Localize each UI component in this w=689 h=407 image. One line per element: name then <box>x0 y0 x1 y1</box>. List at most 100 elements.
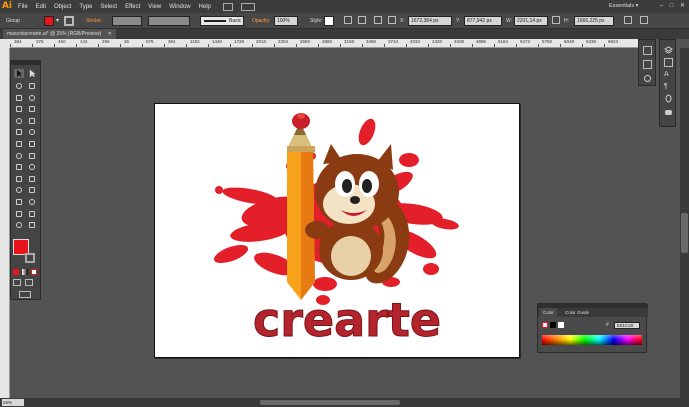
recolor-artwork-icon[interactable] <box>344 16 352 24</box>
minimize-button[interactable]: – <box>657 2 666 11</box>
shape-builder-tool[interactable] <box>14 163 24 172</box>
blob-brush-tool[interactable] <box>14 128 24 137</box>
zoom-field[interactable]: 25% <box>2 399 24 406</box>
type-icon[interactable]: A <box>664 70 673 79</box>
appearance-icon[interactable] <box>664 108 673 117</box>
screen-mode-icon[interactable] <box>19 291 31 298</box>
menu-edit[interactable]: Edit <box>32 4 50 10</box>
ruler-origin[interactable] <box>0 39 10 48</box>
eraser-tool[interactable] <box>27 128 37 137</box>
opacity-label[interactable]: Opacity: <box>252 16 270 26</box>
paragraph-icon[interactable]: ¶ <box>664 82 673 91</box>
panel-menu-icon[interactable] <box>640 16 648 24</box>
gradient-mode-button[interactable] <box>22 269 28 275</box>
align-icon[interactable] <box>358 16 366 24</box>
mascot-artwork[interactable]: crearte <box>155 104 520 358</box>
paintbrush-tool[interactable] <box>14 117 24 126</box>
symbol-sprayer-tool[interactable] <box>14 198 24 207</box>
bridge-icon[interactable] <box>222 2 233 11</box>
tab-color-guide[interactable]: Color Guide <box>562 308 592 317</box>
vertical-scrollbar[interactable] <box>680 48 689 398</box>
magic-wand-tool[interactable] <box>14 82 24 91</box>
rectangle-tool[interactable] <box>27 105 37 114</box>
menu-select[interactable]: Select <box>96 4 121 10</box>
graphic-style-swatch[interactable] <box>324 16 334 26</box>
layers-icon[interactable] <box>643 60 652 69</box>
pencil-tool[interactable] <box>27 117 37 126</box>
stack-icon[interactable] <box>663 46 674 55</box>
y-position-field[interactable]: 877,942 px <box>464 16 502 26</box>
tab-color[interactable]: Color <box>540 308 557 317</box>
vertical-scroll-thumb[interactable] <box>681 213 688 253</box>
width-tool[interactable] <box>14 152 24 161</box>
stroke-color-swatch[interactable] <box>64 16 74 26</box>
color-mode-button[interactable] <box>13 269 19 275</box>
slice-tool[interactable] <box>27 210 37 219</box>
type-tool[interactable] <box>27 94 37 103</box>
menu-view[interactable]: View <box>144 4 165 10</box>
hex-input[interactable]: E81C20 <box>614 322 640 329</box>
horizontal-scroll-thumb[interactable] <box>260 400 400 405</box>
scale-tool[interactable] <box>27 140 37 149</box>
eyedropper-tool[interactable] <box>14 186 24 195</box>
stroke-swatch[interactable] <box>25 253 35 263</box>
brush-definition-select[interactable]: Basic <box>200 16 244 26</box>
column-graph-tool[interactable] <box>27 198 37 207</box>
menu-object[interactable]: Object <box>50 4 75 10</box>
horizontal-ruler[interactable]: 384 376 460 144 256 36 576 364 1152 1440 1728 2016 2… <box>10 39 638 48</box>
pen-tool[interactable] <box>14 94 24 103</box>
menu-type[interactable]: Type <box>75 4 96 10</box>
height-field[interactable]: 1666,225 px <box>574 16 614 26</box>
pages-icon[interactable] <box>664 58 673 67</box>
reference-point-icon[interactable] <box>388 16 396 24</box>
zoom-tool[interactable] <box>27 221 37 230</box>
black-swatch[interactable] <box>550 322 556 328</box>
close-icon[interactable]: ✕ <box>108 31 112 37</box>
x-position-field[interactable]: 1672,384 px <box>408 16 452 26</box>
ruler-tick-mark <box>340 44 341 47</box>
symbols-icon[interactable] <box>643 74 652 83</box>
isolate-group-icon[interactable] <box>624 16 632 24</box>
draw-normal-icon[interactable] <box>13 279 21 286</box>
artboards-icon[interactable] <box>643 46 652 55</box>
tools-panel-grip[interactable] <box>11 61 40 65</box>
stroke-weight-field[interactable] <box>112 16 142 26</box>
workspace-switcher[interactable]: Essentials ▾ <box>609 2 649 11</box>
line-tool[interactable] <box>14 105 24 114</box>
width-field[interactable]: 2201,14 px <box>514 16 548 26</box>
perspective-grid-tool[interactable] <box>27 163 37 172</box>
white-swatch[interactable] <box>558 322 564 328</box>
hand-tool[interactable] <box>14 221 24 230</box>
mesh-tool[interactable] <box>14 175 24 184</box>
opacity-field[interactable]: 100% <box>274 16 298 26</box>
lasso-tool[interactable] <box>27 82 37 91</box>
menu-effect[interactable]: Effect <box>121 4 144 10</box>
artboard-tool[interactable] <box>14 210 24 219</box>
link-icon[interactable] <box>552 16 560 24</box>
menu-file[interactable]: File <box>14 4 32 10</box>
blend-tool[interactable] <box>27 186 37 195</box>
transform-icon[interactable] <box>374 16 382 24</box>
selection-tool[interactable] <box>14 69 24 78</box>
color-spectrum[interactable] <box>542 335 642 345</box>
gradient-tool[interactable] <box>27 175 37 184</box>
rotate-tool[interactable] <box>14 140 24 149</box>
direct-selection-tool[interactable] <box>27 69 37 78</box>
vertical-ruler[interactable] <box>0 48 10 398</box>
stroke-label[interactable]: Stroke: <box>86 16 102 26</box>
draw-inside-icon[interactable] <box>25 279 33 286</box>
none-mode-button[interactable] <box>31 269 37 275</box>
maximize-button[interactable]: □ <box>667 2 676 11</box>
menu-window[interactable]: Window <box>165 4 194 10</box>
variable-width-profile[interactable] <box>148 16 190 26</box>
arrange-documents-icon[interactable] <box>240 2 255 11</box>
close-button[interactable]: ✕ <box>678 2 687 11</box>
fill-color-swatch[interactable] <box>44 16 54 26</box>
free-transform-tool[interactable] <box>27 152 37 161</box>
stroke-panel-icon[interactable] <box>664 94 673 103</box>
chevron-down-icon[interactable]: ▾ <box>56 16 59 26</box>
none-swatch[interactable] <box>542 322 548 328</box>
menu-help[interactable]: Help <box>195 4 215 10</box>
artboard[interactable]: crearte <box>154 103 520 358</box>
document-tab[interactable]: mascotacrearte.ai* @ 25% (RGB/Preview) ✕ <box>3 29 116 39</box>
